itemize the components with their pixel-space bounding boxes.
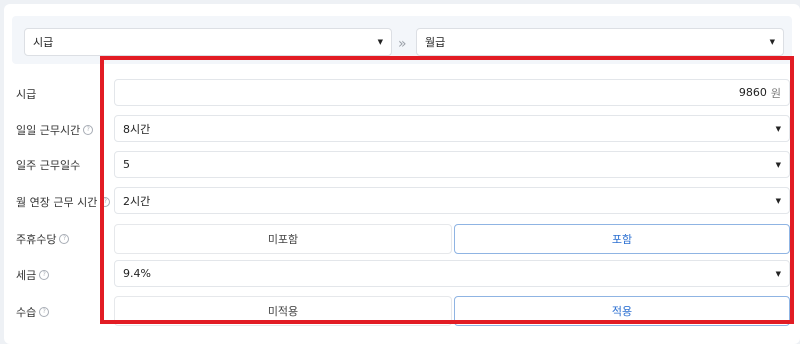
double-chevron-right-icon: » [398, 36, 406, 52]
chevron-down-icon: ▼ [775, 196, 781, 205]
weekly-days-label: 일주 근무일수 [16, 157, 80, 173]
monthly-overtime-value: 2시간 [123, 194, 151, 208]
tax-value: 9.4% [123, 267, 151, 280]
from-unit-select[interactable]: 시급 ▼ [24, 28, 392, 56]
from-unit-value: 시급 [33, 36, 54, 49]
help-icon[interactable]: ? [100, 197, 111, 207]
help-icon[interactable]: ? [83, 125, 94, 135]
daily-hours-label-text: 일일 근무시간 [16, 124, 81, 137]
daily-hours-select[interactable]: 8시간 ▼ [114, 115, 790, 142]
daily-hours-label: 일일 근무시간 ? [16, 122, 94, 138]
to-unit-select[interactable]: 월급 ▼ [416, 28, 784, 56]
weekly-holiday-pay-label-text: 주휴수당 [16, 233, 57, 246]
chevron-down-icon: ▼ [769, 38, 775, 46]
help-icon[interactable]: ? [39, 270, 50, 280]
weekly-days-label-text: 일주 근무일수 [16, 159, 81, 172]
probation-label-text: 수습 [16, 306, 37, 319]
monthly-overtime-label-text: 월 연장 근무 시간 [16, 196, 98, 209]
hourly-wage-unit: 원 [770, 86, 781, 100]
tax-select[interactable]: 9.4% ▼ [114, 260, 790, 287]
tax-label-text: 세금 [16, 269, 37, 282]
probation-label: 수습 ? [16, 304, 50, 320]
hourly-wage-input[interactable]: 9860 원 [114, 79, 790, 106]
weekly-holiday-pay-label: 주휴수당 ? [16, 231, 70, 247]
weekly-days-select[interactable]: 5 ▼ [114, 151, 790, 178]
weekly-holiday-pay-include-button[interactable]: 포함 [454, 224, 790, 254]
probation-not-applied-button[interactable]: 미적용 [114, 296, 452, 326]
help-icon[interactable]: ? [59, 234, 70, 244]
chevron-down-icon: ▼ [775, 124, 781, 133]
hourly-wage-label-text: 시급 [16, 88, 37, 101]
daily-hours-value: 8시간 [123, 122, 151, 136]
hourly-wage-value: 9860 [738, 86, 767, 99]
monthly-overtime-select[interactable]: 2시간 ▼ [114, 187, 790, 214]
monthly-overtime-label: 월 연장 근무 시간 ? [16, 194, 111, 210]
weekly-days-value: 5 [123, 158, 130, 171]
tax-label: 세금 ? [16, 267, 50, 283]
help-icon[interactable]: ? [39, 307, 50, 317]
chevron-down-icon: ▼ [377, 38, 383, 46]
chevron-down-icon: ▼ [775, 160, 781, 169]
to-unit-value: 월급 [425, 36, 446, 49]
hourly-wage-label: 시급 [16, 86, 36, 102]
weekly-holiday-pay-exclude-button[interactable]: 미포함 [114, 224, 452, 254]
probation-applied-button[interactable]: 적용 [454, 296, 790, 326]
chevron-down-icon: ▼ [775, 269, 781, 278]
